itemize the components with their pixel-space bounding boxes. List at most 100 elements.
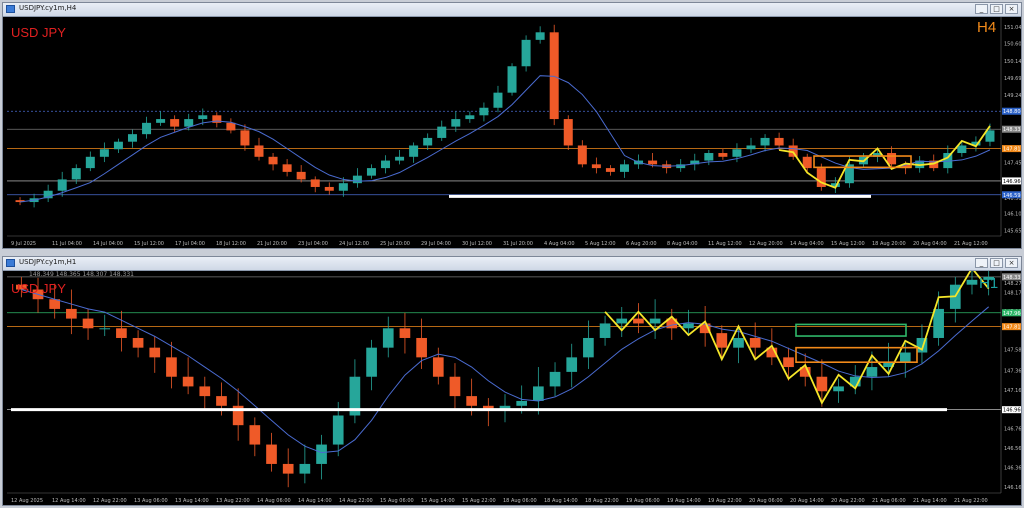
candle-body <box>266 444 277 464</box>
price-marker-label: 147.960 <box>1003 311 1021 317</box>
candle-body <box>591 164 601 169</box>
time-tick-label: 23 Jul 04:00 <box>298 241 328 247</box>
price-tick-label: 147.455 <box>1004 160 1021 166</box>
symbol-label: USD JPY <box>11 25 66 40</box>
candle-body <box>170 119 180 127</box>
time-tick-label: 29 Jul 04:00 <box>421 241 451 247</box>
candle-body <box>381 160 391 169</box>
candle-body <box>749 337 761 348</box>
candle-body <box>899 352 911 363</box>
maximize-button[interactable]: □ <box>990 258 1003 268</box>
time-tick-label: 15 Jul 12:00 <box>134 241 164 247</box>
price-tick-label: 146.565 <box>1004 446 1021 452</box>
price-marker-label: 147.817 <box>1003 325 1021 331</box>
window-titlebar[interactable]: USDJPY.cy1m,H1 _ □ × <box>3 257 1021 271</box>
candle-body <box>332 415 344 445</box>
candle-body <box>493 92 503 108</box>
candle-body <box>423 137 433 146</box>
close-button[interactable]: × <box>1005 4 1018 14</box>
time-tick-label: 15 Aug 12:00 <box>831 241 865 247</box>
candle-body <box>887 153 897 165</box>
time-tick-label: 21 Aug 12:00 <box>954 241 988 247</box>
candle-body <box>249 425 261 445</box>
minimize-button[interactable]: _ <box>975 258 988 268</box>
time-tick-label: 12 Aug 22:00 <box>93 498 127 504</box>
candlestick-plot[interactable]: 151.040 150.600 150.140 149.690 149.240 148.8… <box>3 17 1021 248</box>
time-tick-label: 20 Aug 04:00 <box>913 241 947 247</box>
symbol-label: USD JPY <box>11 281 66 296</box>
candle-body <box>449 376 461 397</box>
candle-body <box>226 122 236 131</box>
candle-body <box>466 396 477 406</box>
candle-body <box>184 119 194 127</box>
price-tick-label: 148.170 <box>1004 290 1021 296</box>
candle-body <box>465 115 475 120</box>
candle-body <box>833 386 844 392</box>
candle-body <box>82 318 94 329</box>
candle-body <box>395 156 405 161</box>
candle-body <box>732 149 742 157</box>
candle-body <box>66 308 77 319</box>
time-tick-label: 5 Aug 12:00 <box>585 241 616 247</box>
candle-body <box>296 171 306 180</box>
candle-body <box>957 145 967 154</box>
price-marker-label: 148.331 <box>1003 275 1021 281</box>
candle-body <box>166 357 177 377</box>
price-tick-label: 147.580 <box>1004 348 1021 354</box>
close-button[interactable]: × <box>1005 258 1018 268</box>
price-tick-label: 146.365 <box>1004 465 1021 471</box>
price-chart-h4[interactable]: 151.040 150.600 150.140 149.690 149.240 148.8… <box>3 17 1021 248</box>
time-tick-label: 19 Aug 14:00 <box>667 498 701 504</box>
time-tick-label: 25 Jul 20:00 <box>380 241 410 247</box>
time-tick-label: 4 Aug 04:00 <box>544 241 575 247</box>
price-chart-h1[interactable]: 148.270148.170147.980147.817147.580147.3… <box>3 271 1021 505</box>
time-tick-label: 20 Aug 22:00 <box>831 498 865 504</box>
time-tick-label: 14 Aug 14:00 <box>298 498 332 504</box>
candle-body <box>416 337 427 358</box>
candle-body <box>142 122 152 135</box>
candle-body <box>616 318 628 324</box>
candle-body <box>149 347 161 358</box>
candle-body <box>648 160 658 165</box>
candle-body <box>451 119 461 127</box>
candle-body <box>432 357 444 377</box>
candle-body <box>933 308 944 338</box>
candle-body <box>310 179 320 187</box>
time-tick-label: 13 Aug 22:00 <box>216 498 250 504</box>
price-tick-label: 147.165 <box>1004 388 1021 394</box>
candle-body <box>746 145 756 150</box>
time-tick-label: 15 Aug 22:00 <box>462 498 496 504</box>
candle-body <box>437 126 447 138</box>
time-tick-label: 18 Aug 06:00 <box>503 498 537 504</box>
time-tick-label: 8 Aug 04:00 <box>667 241 698 247</box>
price-tick-label: 146.160 <box>1004 485 1021 491</box>
time-tick-label: 19 Aug 06:00 <box>626 498 660 504</box>
moving-average-line <box>19 75 991 203</box>
time-tick-label: 18 Aug 22:00 <box>585 498 619 504</box>
price-tick-label: 150.140 <box>1004 59 1021 65</box>
time-tick-label: 6 Aug 20:00 <box>626 241 657 247</box>
maximize-button[interactable]: □ <box>990 4 1003 14</box>
candlestick-plot[interactable]: 148.270148.170147.980147.817147.580147.3… <box>3 271 1021 505</box>
zigzag-pattern <box>604 271 990 405</box>
candle-body <box>324 186 334 191</box>
candle-body <box>99 149 109 157</box>
candle-body <box>507 66 517 93</box>
timeframe-label: H4 <box>977 19 997 36</box>
chart-window-h4[interactable]: USDJPY.cy1m,H4 _ □ × 151.040 150.600 150.1… <box>2 2 1022 249</box>
price-tick-label: 149.690 <box>1004 76 1021 82</box>
candle-body <box>316 444 327 464</box>
candle-body <box>282 164 292 172</box>
chart-window-h1[interactable]: USDJPY.cy1m,H1 _ □ × 148.270 148.170 147.9… <box>2 256 1022 506</box>
time-tick-label: 21 Aug 14:00 <box>913 498 947 504</box>
window-titlebar[interactable]: USDJPY.cy1m,H4 _ □ × <box>3 3 1021 17</box>
candle-body <box>71 168 81 180</box>
minimize-button[interactable]: _ <box>975 4 988 14</box>
time-tick-label: 30 Jul 12:00 <box>462 241 492 247</box>
candle-body <box>649 318 661 324</box>
time-tick-label: 24 Jul 12:00 <box>339 241 369 247</box>
candle-body <box>282 463 294 474</box>
candle-body <box>479 107 489 116</box>
candle-body <box>783 357 794 368</box>
time-tick-label: 11 Jul 04:00 <box>52 241 82 247</box>
